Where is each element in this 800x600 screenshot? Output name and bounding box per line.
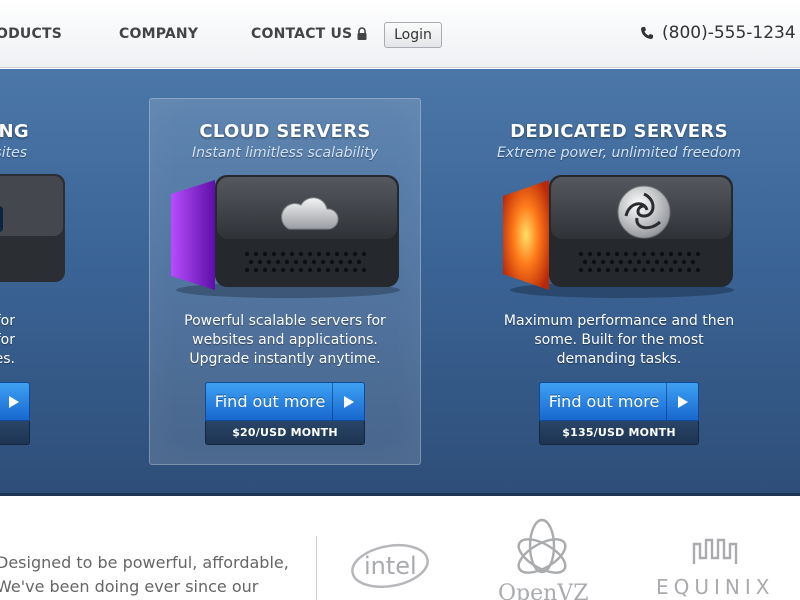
lock-icon xyxy=(357,27,367,40)
svg-text:OpenVZ: OpenVZ xyxy=(498,581,588,600)
intel-logo: intel xyxy=(351,543,429,589)
product-subtitle: Extreme power, unlimited freedom xyxy=(496,145,742,161)
cloud-server-image xyxy=(171,175,400,298)
phone-icon xyxy=(641,27,653,39)
nav-products[interactable]: ODUCTS xyxy=(0,26,62,42)
dedicated-find-out-more-button[interactable]: Find out more $135/USD MONTH xyxy=(539,382,699,445)
equinix-logo: EQUINIX xyxy=(656,538,774,599)
shared-server-image: 4 xyxy=(0,174,65,282)
find-out-more-button[interactable] xyxy=(0,382,30,445)
product-column-cloud-servers: CLOUD SERVERS Instant limitless scalabil… xyxy=(135,69,435,496)
intro-text: Designed to be powerful, affordable, We'… xyxy=(0,553,289,596)
product-column-dedicated-servers: DEDICATED SERVERS Extreme power, unlimit… xyxy=(469,69,769,496)
dedicated-server-image xyxy=(503,175,734,298)
svg-text:intel: intel xyxy=(364,552,417,580)
section-divider xyxy=(316,536,317,600)
phone-number[interactable]: (800)-555-1234 xyxy=(662,23,796,43)
hero-products-section: ING or websites nd up for sting for es. … xyxy=(0,69,800,496)
product-column-hosting: ING or websites nd up for sting for es. … xyxy=(0,69,65,496)
product-description: Maximum performance and then some. Built… xyxy=(503,313,735,367)
product-description: Powerful scalable servers for websites a… xyxy=(184,313,386,367)
svg-text:EQUINIX: EQUINIX xyxy=(656,575,774,599)
nav-company[interactable]: COMPANY xyxy=(119,26,198,42)
product-title: CLOUD SERVERS xyxy=(199,121,371,142)
nav-contact-us[interactable]: CONTACT US xyxy=(251,26,352,42)
login-button[interactable]: Login xyxy=(384,22,442,48)
product-description: nd up for sting for es. xyxy=(0,313,15,367)
product-title: DEDICATED SERVERS xyxy=(510,121,728,142)
product-title: ING xyxy=(0,121,29,142)
product-subtitle: or websites xyxy=(0,145,27,161)
cloud-find-out-more-button[interactable]: Find out more $20/USD MONTH xyxy=(205,382,365,445)
top-navigation: ODUCTS COMPANY CONTACT US Login (800)-55… xyxy=(0,0,800,68)
product-subtitle: Instant limitless scalability xyxy=(192,145,378,161)
play-arrow-icon xyxy=(666,383,698,420)
play-arrow-icon xyxy=(332,383,364,420)
dedicated-price: $135/USD MONTH xyxy=(539,421,699,445)
openvz-logo: OpenVZ xyxy=(498,518,588,600)
play-arrow-icon xyxy=(0,383,29,420)
cloud-price: $20/USD MONTH xyxy=(205,421,365,445)
